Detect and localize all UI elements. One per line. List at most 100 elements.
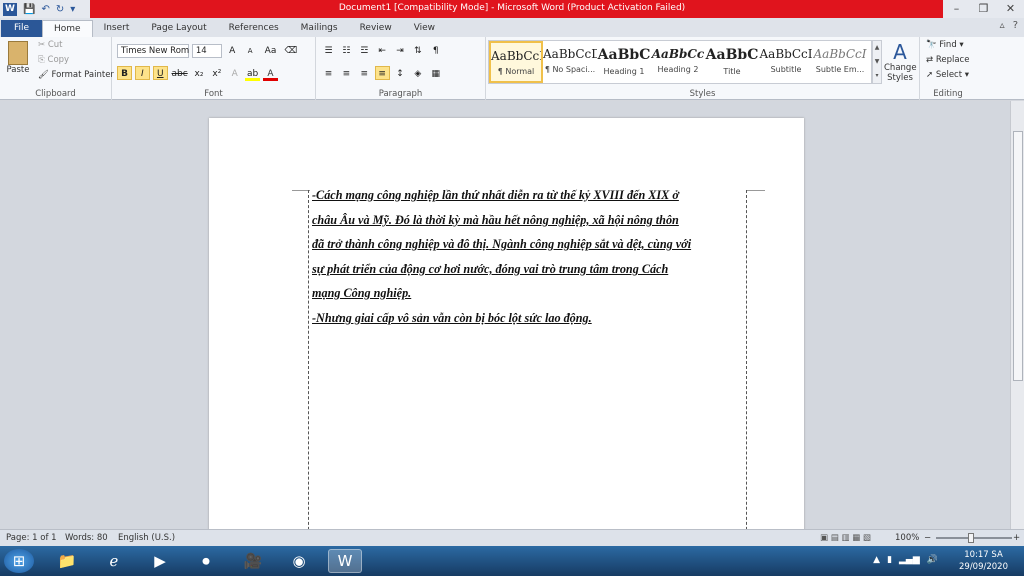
- shrink-font-button[interactable]: A: [243, 44, 258, 58]
- copy-icon: ⎘: [38, 55, 45, 65]
- tab-view[interactable]: View: [403, 20, 446, 37]
- underline-button[interactable]: U: [152, 66, 168, 80]
- change-case-button[interactable]: Aa: [261, 44, 281, 58]
- find-button[interactable]: 🔭 Find ▾: [926, 40, 969, 50]
- tab-page-layout[interactable]: Page Layout: [140, 20, 217, 37]
- font-group: Times New Rom 14 A A Aa ⌫ B I U abc x₂ x…: [112, 37, 316, 100]
- style-subtle-emphasis[interactable]: AaBbCcI Subtle Em...: [813, 41, 867, 83]
- zoom-app-icon[interactable]: 🎥: [236, 549, 270, 573]
- justify-icon[interactable]: ≡: [374, 66, 390, 80]
- shading-icon[interactable]: ◈: [410, 67, 425, 81]
- internet-explorer-icon[interactable]: ℯ: [97, 549, 131, 573]
- zoom-in-button[interactable]: +: [1013, 533, 1020, 543]
- document-line[interactable]: -Nhưng giai cấp vô sản vẫn còn bị bóc lộ…: [312, 306, 746, 331]
- bullets-icon[interactable]: ☰: [321, 44, 336, 58]
- highlight-icon[interactable]: ab: [245, 67, 261, 81]
- word-count[interactable]: Words: 80: [65, 533, 108, 543]
- clipboard-group: Paste ✂ Cut ⎘ Copy 🖌 Format Painter Clip…: [0, 37, 114, 100]
- copy-button[interactable]: ⎘ Copy: [38, 55, 114, 65]
- document-line[interactable]: đã trở thành công nghiệp và đô thị. Ngàn…: [312, 232, 746, 257]
- multilevel-list-icon[interactable]: ☲: [357, 44, 372, 58]
- show-marks-button[interactable]: ¶: [428, 44, 443, 58]
- cut-button[interactable]: ✂ Cut: [38, 40, 114, 50]
- replace-button[interactable]: ⇄ Replace: [926, 55, 969, 65]
- restore-button[interactable]: ❐: [970, 0, 997, 18]
- zoom-slider-knob[interactable]: [968, 533, 974, 543]
- document-line[interactable]: sự phát triển của động cơ hơi nước, đóng…: [312, 257, 746, 282]
- bold-button[interactable]: B: [117, 66, 132, 80]
- left-margin-line: [308, 190, 309, 550]
- align-right-icon[interactable]: ≡: [357, 67, 372, 81]
- tab-insert[interactable]: Insert: [93, 20, 141, 37]
- font-family-select[interactable]: Times New Rom: [117, 44, 189, 58]
- style-subtitle[interactable]: AaBbCcI Subtitle: [759, 41, 813, 83]
- language-indicator[interactable]: English (U.S.): [118, 533, 175, 543]
- margin-corner-right: [747, 190, 765, 191]
- chrome-icon[interactable]: ◉: [282, 549, 316, 573]
- increase-indent-icon[interactable]: ⇥: [393, 44, 408, 58]
- clock[interactable]: 10:17 SA 29/09/2020: [959, 549, 1008, 573]
- tab-mailings[interactable]: Mailings: [290, 20, 349, 37]
- document-line[interactable]: châu Âu và Mỹ. Đó là thời kỳ mà hầu hết …: [312, 208, 746, 233]
- file-explorer-icon[interactable]: 📁: [50, 549, 84, 573]
- word-taskbar-icon[interactable]: W: [328, 549, 362, 573]
- page-count[interactable]: Page: 1 of 1: [6, 533, 57, 543]
- style-heading-1[interactable]: AaBbC Heading 1: [597, 41, 651, 83]
- start-button[interactable]: ⊞: [4, 549, 34, 573]
- document-page[interactable]: -Cách mạng công nghiệp lần thứ nhất diễn…: [209, 118, 804, 550]
- borders-icon[interactable]: ▦: [428, 67, 443, 81]
- paste-button[interactable]: Paste: [5, 41, 31, 75]
- tray-up-arrow-icon[interactable]: ▲: [873, 555, 880, 565]
- tab-home[interactable]: Home: [42, 20, 93, 37]
- tab-review[interactable]: Review: [349, 20, 403, 37]
- clear-formatting-icon[interactable]: ⌫: [283, 44, 298, 58]
- strikethrough-button[interactable]: abc: [171, 67, 189, 81]
- vertical-scrollbar[interactable]: [1010, 101, 1024, 529]
- styles-label: Styles: [689, 89, 716, 99]
- select-button[interactable]: ➚ Select ▾: [926, 70, 969, 80]
- subscript-button[interactable]: x₂: [192, 67, 207, 81]
- signal-icon[interactable]: ▂▄▆: [899, 555, 920, 565]
- network-icon[interactable]: ▮: [887, 555, 892, 565]
- style-title[interactable]: AaBbC Title: [705, 41, 759, 83]
- taskbar: ⊞ 📁 ℯ ▶ ⏺ 🎥 ◉ W ▲ ▮ ▂▄▆ 🔊 10:17 SA 29/09…: [0, 546, 1024, 576]
- text-effects-icon[interactable]: A: [227, 67, 242, 81]
- zoom-out-button[interactable]: −: [924, 533, 931, 543]
- line-spacing-icon[interactable]: ↕: [393, 67, 408, 81]
- align-center-icon[interactable]: ≡: [339, 67, 354, 81]
- superscript-button[interactable]: x²: [209, 67, 224, 81]
- media-player-icon[interactable]: ▶: [143, 549, 177, 573]
- change-styles-button[interactable]: A Change Styles: [884, 40, 917, 83]
- scrollbar-thumb[interactable]: [1013, 131, 1023, 381]
- document-line[interactable]: mạng Công nghiệp.: [312, 281, 746, 306]
- recorder-icon[interactable]: ⏺: [189, 549, 223, 573]
- tab-references[interactable]: References: [218, 20, 290, 37]
- style-normal[interactable]: AaBbCcDc¶ Normal: [489, 41, 543, 83]
- italic-button[interactable]: I: [134, 66, 150, 80]
- style-no-spacing[interactable]: AaBbCcDc¶ No Spaci...: [543, 41, 597, 83]
- cursor-icon: ➚: [926, 70, 934, 80]
- style-heading-2[interactable]: AaBbCc Heading 2: [651, 41, 705, 83]
- view-buttons-icon[interactable]: ▣ ▤ ▥ ▦ ▧: [820, 533, 871, 543]
- font-size-select[interactable]: 14: [191, 44, 222, 58]
- zoom-slider[interactable]: [936, 537, 1012, 539]
- minimize-button[interactable]: –: [943, 0, 970, 18]
- document-line[interactable]: -Cách mạng công nghiệp lần thứ nhất diễn…: [312, 183, 746, 208]
- align-left-icon[interactable]: ≡: [321, 67, 336, 81]
- numbering-icon[interactable]: ☷: [339, 44, 354, 58]
- volume-icon[interactable]: 🔊: [927, 555, 938, 565]
- format-painter-button[interactable]: 🖌 Format Painter: [38, 70, 114, 80]
- close-button[interactable]: ✕: [997, 0, 1024, 18]
- font-color-icon[interactable]: A: [263, 67, 278, 81]
- styles-scroll[interactable]: ▲ ▼ ▾: [872, 40, 882, 84]
- change-styles-icon: A: [893, 40, 907, 64]
- decrease-indent-icon[interactable]: ⇤: [375, 44, 390, 58]
- title-bar: W 💾 ↶ ↻ ▾ Document1 [Compatibility Mode]…: [0, 0, 1024, 18]
- grow-font-button[interactable]: A: [225, 44, 240, 58]
- tab-file[interactable]: File: [1, 20, 42, 37]
- brush-icon: 🖌: [38, 70, 49, 80]
- sort-icon[interactable]: ⇅: [410, 44, 425, 58]
- help-icon[interactable]: ?: [1013, 20, 1018, 31]
- minimize-ribbon-icon[interactable]: ▵: [1000, 20, 1005, 31]
- zoom-level[interactable]: 100%: [895, 533, 919, 543]
